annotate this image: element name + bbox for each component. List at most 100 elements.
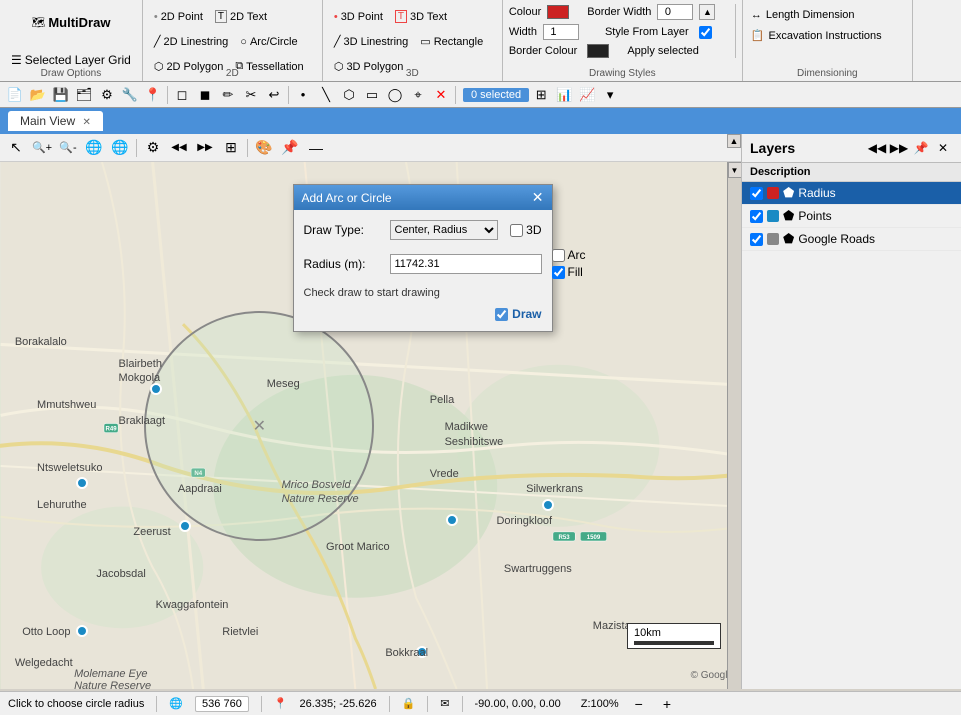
map-point-2[interactable] bbox=[179, 520, 191, 532]
3d-checkbox[interactable] bbox=[510, 224, 523, 237]
excavation-instructions-button[interactable]: 📋 Excavation Instructions bbox=[749, 28, 906, 43]
draw-rect-tb[interactable]: ▭ bbox=[361, 84, 383, 106]
border-colour-swatch[interactable] bbox=[587, 44, 609, 58]
scroll-up-arrow[interactable]: ▲ bbox=[727, 134, 741, 148]
app-section: 🗺 MultiDraw ☰ Selected Layer Grid Draw O… bbox=[0, 0, 143, 81]
icon7[interactable]: 📍 bbox=[142, 84, 164, 106]
map-toolbar: ↖ 🔍+ 🔍- 🌐 🌐 ⚙ ◀◀ ▶▶ ⊞ 🎨 📌 — ▲ bbox=[0, 134, 741, 162]
draw-line-tb[interactable]: ╲ bbox=[315, 84, 337, 106]
rectangle-label: Rectangle bbox=[434, 36, 484, 48]
settings-button[interactable]: ⚙ bbox=[96, 84, 118, 106]
tab-main-view[interactable]: Main View ✕ bbox=[8, 111, 103, 131]
icon11[interactable]: ✂ bbox=[240, 84, 262, 106]
next-tool[interactable]: ▶▶ bbox=[193, 137, 217, 159]
select-icon2[interactable]: 📊 bbox=[553, 84, 575, 106]
3d-text-button[interactable]: T 3D Text bbox=[390, 7, 452, 26]
draw-extra-tb[interactable]: ⌖ bbox=[407, 84, 429, 106]
paint-tool[interactable]: 🎨 bbox=[252, 137, 276, 159]
2d-linestring-button[interactable]: ╱ 2D Linestring bbox=[149, 32, 233, 51]
zoom-plus-button[interactable]: + bbox=[659, 696, 675, 712]
2d-linestring-icon: ╱ bbox=[154, 35, 161, 48]
2d-text-button[interactable]: T 2D Text bbox=[210, 7, 272, 26]
minus-tool[interactable]: — bbox=[304, 137, 328, 159]
map-point-8[interactable] bbox=[76, 625, 88, 637]
add-arc-circle-dialog: Add Arc or Circle ✕ Draw Type: Center, R… bbox=[293, 184, 553, 332]
draw-type-select[interactable]: Center, Radius 3 Points Center, Point bbox=[390, 220, 499, 240]
radius-input[interactable] bbox=[390, 254, 542, 274]
map-point-3[interactable] bbox=[76, 477, 88, 489]
globe-tool2[interactable]: 🌐 bbox=[108, 137, 132, 159]
draw-poly-tb[interactable]: ⬡ bbox=[338, 84, 360, 106]
selected-badge: 0 selected bbox=[463, 88, 529, 102]
layer-item-google-roads[interactable]: ⬟ Google Roads bbox=[742, 228, 961, 251]
3d-point-button[interactable]: • 3D Point bbox=[329, 8, 388, 26]
map-point-5[interactable] bbox=[542, 499, 554, 511]
zoom-out-tool[interactable]: 🔍- bbox=[56, 137, 80, 159]
arc-checkbox[interactable] bbox=[552, 249, 565, 262]
layer-item-points[interactable]: ⬟ Points bbox=[742, 205, 961, 228]
length-dimension-button[interactable]: ↔ Length Dimension bbox=[749, 8, 906, 22]
scroll-down-arrow[interactable]: ▼ bbox=[728, 162, 742, 178]
width-label: Width bbox=[509, 26, 537, 38]
scale-line bbox=[634, 641, 714, 645]
prev-tool[interactable]: ◀◀ bbox=[167, 137, 191, 159]
zoom-in-tool[interactable]: 🔍+ bbox=[30, 137, 54, 159]
pin-tool[interactable]: 📌 bbox=[278, 137, 302, 159]
layers-pin-button[interactable]: 📌 bbox=[911, 138, 931, 158]
layer-item-radius[interactable]: ⬟ Radius bbox=[742, 182, 961, 205]
icon6[interactable]: 🔧 bbox=[119, 84, 141, 106]
grid-tool[interactable]: ⊞ bbox=[219, 137, 243, 159]
width-input[interactable] bbox=[543, 24, 579, 40]
new-button[interactable]: 📄 bbox=[4, 84, 26, 106]
coords-box: 536 760 bbox=[195, 696, 249, 712]
map-container[interactable]: ↖ 🔍+ 🔍- 🌐 🌐 ⚙ ◀◀ ▶▶ ⊞ 🎨 📌 — ▲ bbox=[0, 134, 741, 689]
layers-close-button[interactable]: ✕ bbox=[933, 138, 953, 158]
icon8[interactable]: ◻ bbox=[171, 84, 193, 106]
map-point-6[interactable] bbox=[446, 514, 458, 526]
multidraw-button[interactable]: 🗺 MultiDraw bbox=[26, 12, 115, 33]
fill-checkbox[interactable] bbox=[552, 266, 565, 279]
icon10[interactable]: ✏ bbox=[217, 84, 239, 106]
draw-del-tb[interactable]: ✕ bbox=[430, 84, 452, 106]
layers-back-button[interactable]: ◀◀ bbox=[867, 138, 887, 158]
dialog-body: Draw Type: Center, Radius 3 Points Cente… bbox=[294, 210, 552, 331]
tab-main-view-label: Main View bbox=[20, 114, 75, 128]
select-dropdown[interactable]: ▾ bbox=[599, 84, 621, 106]
save-button[interactable]: 💾 bbox=[50, 84, 72, 106]
cursor-tool[interactable]: ↖ bbox=[4, 137, 28, 159]
layer-points-checkbox[interactable] bbox=[750, 210, 763, 223]
map-label-lehuruthe: Lehuruthe bbox=[37, 499, 87, 511]
icon9[interactable]: ◼ bbox=[194, 84, 216, 106]
2d-point-button[interactable]: • 2D Point bbox=[149, 8, 208, 26]
draw-checkbox[interactable] bbox=[495, 308, 508, 321]
rectangle-button[interactable]: ▭ Rectangle bbox=[415, 32, 488, 51]
length-dimension-icon: ↔ bbox=[751, 9, 762, 21]
draw-point-tb[interactable]: • bbox=[292, 84, 314, 106]
zoom-minus-button[interactable]: − bbox=[631, 696, 647, 712]
maptb-sep2 bbox=[247, 139, 248, 157]
2d-text-label: 2D Text bbox=[230, 11, 267, 23]
3d-linestring-button[interactable]: ╱ 3D Linestring bbox=[329, 32, 413, 51]
layer-roads-checkbox[interactable] bbox=[750, 233, 763, 246]
select-icon3[interactable]: 📈 bbox=[576, 84, 598, 106]
border-width-input[interactable] bbox=[657, 4, 693, 20]
status-sep2 bbox=[261, 696, 262, 712]
draw-arc-tb[interactable]: ◯ bbox=[384, 84, 406, 106]
icon12[interactable]: ↩ bbox=[263, 84, 285, 106]
border-width-spinner[interactable]: ▲ bbox=[699, 4, 715, 20]
settings-tool[interactable]: ⚙ bbox=[141, 137, 165, 159]
layers-button2[interactable]: 🗂 bbox=[73, 84, 95, 106]
arc-fill-checkboxes: Arc Fill bbox=[552, 248, 586, 279]
apply-selected-label: Apply selected bbox=[627, 45, 699, 57]
dialog-close-button[interactable]: ✕ bbox=[532, 189, 544, 206]
layers-forward-button[interactable]: ▶▶ bbox=[889, 138, 909, 158]
radius-label: Radius (m): bbox=[304, 257, 384, 271]
select-icon1[interactable]: ⊞ bbox=[530, 84, 552, 106]
globe-tool1[interactable]: 🌐 bbox=[82, 137, 106, 159]
layer-radius-checkbox[interactable] bbox=[750, 187, 763, 200]
style-from-layer-checkbox[interactable] bbox=[699, 26, 712, 39]
open-button[interactable]: 📂 bbox=[27, 84, 49, 106]
arc-circle-button[interactable]: ○ Arc/Circle bbox=[235, 33, 302, 51]
colour-swatch[interactable] bbox=[547, 5, 569, 19]
tab-close-icon[interactable]: ✕ bbox=[82, 117, 90, 128]
